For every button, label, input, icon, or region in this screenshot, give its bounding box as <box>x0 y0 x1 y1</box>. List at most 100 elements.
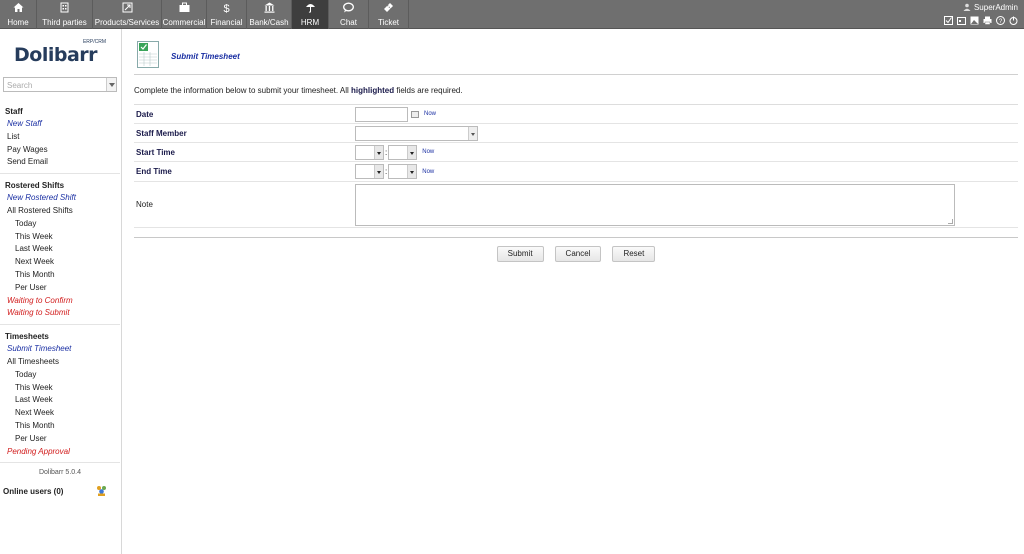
search-box[interactable]: Search <box>3 77 117 92</box>
ticket-icon <box>383 2 394 18</box>
submit-button[interactable]: Submit <box>496 246 544 262</box>
menu-heading-rostered-shifts[interactable]: Rostered Shifts <box>0 179 120 192</box>
menu-item-today[interactable]: Today <box>0 369 120 382</box>
intro-text-part: Complete the information below to submit… <box>134 86 351 95</box>
topnav-label: Financial <box>210 18 243 27</box>
date-row: Date Now <box>134 105 1018 124</box>
calendar-picker-icon[interactable] <box>411 110 419 118</box>
menu-heading-staff[interactable]: Staff <box>0 105 120 118</box>
search-input[interactable]: Search <box>4 78 106 91</box>
logo-subtext: ERP/CRM <box>82 39 106 45</box>
date-now-link[interactable]: Now <box>424 111 436 117</box>
help-icon[interactable]: ? <box>996 16 1005 25</box>
search-dropdown-arrow-icon[interactable] <box>106 78 116 91</box>
online-users-label[interactable]: Online users (0) <box>3 487 63 496</box>
start-time-label: Start Time <box>136 147 175 157</box>
staff-member-select[interactable] <box>355 125 478 141</box>
end-now-link[interactable]: Now <box>422 169 434 175</box>
page-title: Submit Timesheet <box>171 52 240 61</box>
reset-button[interactable]: Reset <box>612 246 656 262</box>
left-menu: Staff New Staff List Pay Wages Send Email Ros… <box>0 105 120 468</box>
start-now-link[interactable]: Now <box>422 149 434 155</box>
menu-item-all-rostered-shifts[interactable]: All Rostered Shifts <box>0 205 120 218</box>
dolibarr-logo[interactable]: Dolibarr ERP/CRM <box>14 39 108 66</box>
chevron-down-icon <box>468 126 477 140</box>
time-separator: : <box>385 147 388 157</box>
menu-item-send-email[interactable]: Send Email <box>0 156 120 169</box>
menu-separator <box>0 324 120 326</box>
menu-item-new-rostered-shift[interactable]: New Rostered Shift <box>0 192 120 205</box>
menu-item-this-week[interactable]: This Week <box>0 231 120 244</box>
dollar-icon: $ <box>221 2 232 18</box>
building-icon <box>59 2 70 18</box>
timesheet-icon <box>137 41 161 69</box>
menu-item-per-user[interactable]: Per User <box>0 282 120 295</box>
menu-item-this-week[interactable]: This Week <box>0 382 120 395</box>
calendar-icon[interactable] <box>957 16 966 25</box>
topnav-label: HRM <box>300 18 320 27</box>
menu-item-pending-approval[interactable]: Pending Approval <box>0 446 120 459</box>
briefcase-icon <box>179 2 190 18</box>
end-time-label: End Time <box>136 167 172 176</box>
topnav-financial[interactable]: $ Financial <box>207 0 247 29</box>
menu-item-list[interactable]: List <box>0 131 120 144</box>
topnav-label: Chat <box>340 18 357 27</box>
menu-item-waiting-to-submit[interactable]: Waiting to Submit <box>0 307 120 320</box>
start-minute-select[interactable] <box>388 144 418 160</box>
staff-member-label: Staff Member <box>136 128 187 138</box>
start-hour-select[interactable] <box>355 144 384 160</box>
menu-separator <box>0 462 120 464</box>
user-name[interactable]: SuperAdmin <box>974 3 1018 12</box>
date-input[interactable] <box>355 106 408 122</box>
date-label: Date <box>136 109 154 119</box>
topnav-home[interactable]: Home <box>0 0 37 29</box>
menu-item-next-week[interactable]: Next Week <box>0 407 120 420</box>
menu-item-pay-wages[interactable]: Pay Wages <box>0 144 120 157</box>
menu-item-all-timesheets[interactable]: All Timesheets <box>0 356 120 369</box>
print-icon[interactable] <box>983 16 992 25</box>
topnav-hrm[interactable]: HRM <box>292 0 329 29</box>
cancel-button[interactable]: Cancel <box>554 246 602 262</box>
menu-heading-timesheets[interactable]: Timesheets <box>0 330 120 343</box>
user-area: SuperAdmin ? <box>944 2 1018 25</box>
start-time-row: Start Time : Now <box>134 143 1018 162</box>
top-navigation: Home Third parties Products/Services Commer… <box>0 0 409 29</box>
form-buttons: Submit Cancel Reset <box>134 246 1018 262</box>
image-icon[interactable] <box>970 16 979 25</box>
note-textarea[interactable] <box>355 183 955 226</box>
bank-icon <box>264 2 275 18</box>
topnav-label: Commercial <box>162 18 206 27</box>
menu-item-next-week[interactable]: Next Week <box>0 256 120 269</box>
topnav-ticket[interactable]: Ticket <box>369 0 409 29</box>
topnav-products-services[interactable]: Products/Services <box>93 0 162 29</box>
end-hour-select[interactable] <box>355 164 384 179</box>
topnav-label: Bank/Cash <box>249 18 289 27</box>
menu-item-last-week[interactable]: Last Week <box>0 394 120 407</box>
topnav-bank-cash[interactable]: Bank/Cash <box>247 0 292 29</box>
checkbox-icon[interactable] <box>944 16 953 25</box>
online-users-icon <box>96 485 107 496</box>
menu-item-this-month[interactable]: This Month <box>0 269 120 282</box>
menu-item-today[interactable]: Today <box>0 218 120 231</box>
end-minute-select[interactable] <box>388 164 418 179</box>
topnav-label: Third parties <box>42 18 87 27</box>
menu-item-submit-timesheet[interactable]: Submit Timesheet <box>0 343 120 356</box>
menu-item-this-month[interactable]: This Month <box>0 420 120 433</box>
menu-item-new-staff[interactable]: New Staff <box>0 118 120 131</box>
topnav-label: Products/Services <box>94 18 160 27</box>
title-divider <box>134 74 1018 75</box>
user-icon <box>963 3 971 11</box>
topnav-label: Home <box>7 18 29 27</box>
topnav-third-parties[interactable]: Third parties <box>37 0 93 29</box>
chevron-down-icon <box>374 165 383 178</box>
logout-icon[interactable] <box>1009 16 1018 25</box>
menu-item-waiting-to-confirm[interactable]: Waiting to Confirm <box>0 295 120 308</box>
version-label: Dolibarr 5.0.4 <box>38 469 82 476</box>
staff-row: Staff Member <box>134 124 1018 143</box>
menu-item-per-user[interactable]: Per User <box>0 433 120 446</box>
topnav-commercial[interactable]: Commercial <box>162 0 207 29</box>
menu-separator <box>0 173 120 175</box>
timesheet-form: Date Now Staff Member Start Time : Now E… <box>134 104 1018 228</box>
menu-item-last-week[interactable]: Last Week <box>0 243 120 256</box>
topnav-chat[interactable]: Chat <box>329 0 369 29</box>
